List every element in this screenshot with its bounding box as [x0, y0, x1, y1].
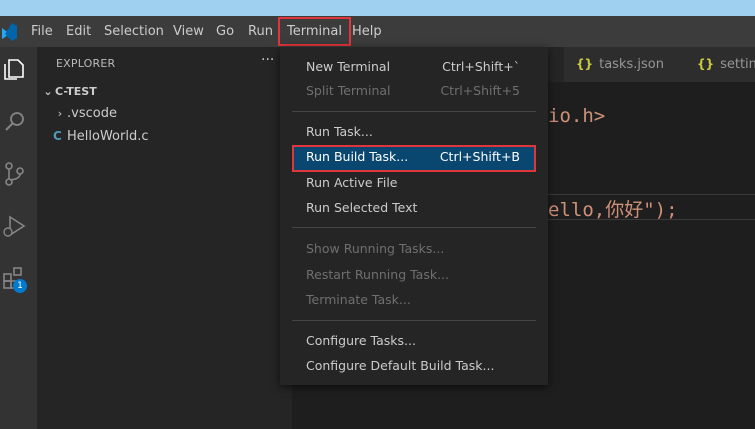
menu-item-label: Run Task... — [306, 124, 373, 139]
folder-label: C-TEST — [55, 85, 97, 98]
tree-item-label: HelloWorld.c — [67, 129, 149, 144]
chevron-right-icon: › — [57, 107, 63, 120]
menu-file[interactable]: File — [31, 16, 53, 47]
menu-item-terminate-task: Terminate Task... — [292, 288, 536, 312]
more-actions-icon[interactable]: ··· — [261, 52, 274, 68]
menu-separator — [292, 320, 536, 321]
menu-help[interactable]: Help — [352, 16, 382, 47]
terminal-menu-dropdown: New Terminal Ctrl+Shift+` Split Terminal… — [280, 47, 548, 385]
screen-top-strip — [0, 0, 755, 16]
menu-item-label: New Terminal — [306, 59, 391, 74]
tab-tasks-json[interactable]: {} tasks.json — [564, 47, 693, 82]
tree-item-label: .vscode — [67, 106, 117, 121]
chevron-down-icon: ⌄ — [43, 85, 53, 98]
menu-view[interactable]: View — [173, 16, 204, 47]
explorer-sidebar: EXPLORER ··· ⌄ C-TEST › .vscode C HelloWorl… — [37, 47, 292, 429]
menu-item-run-task[interactable]: Run Task... — [292, 120, 536, 144]
activity-bar: 1 — [0, 47, 37, 429]
menu-item-restart-running-task: Restart Running Task... — [292, 263, 536, 287]
menu-item-label: Run Selected Text — [306, 200, 418, 215]
tab-settings[interactable]: {} setting — [685, 47, 755, 82]
menu-separator — [292, 111, 536, 112]
json-icon: {} — [697, 57, 715, 71]
menu-separator — [292, 227, 536, 228]
source-control-icon[interactable] — [0, 159, 30, 189]
menu-edit[interactable]: Edit — [66, 16, 91, 47]
vscode-logo-icon — [2, 23, 17, 41]
folder-c-test[interactable]: ⌄ C-TEST — [41, 81, 97, 103]
menu-terminal[interactable]: Terminal — [278, 17, 351, 46]
extensions-badge: 1 — [13, 279, 27, 293]
menu-item-label: Restart Running Task... — [306, 267, 449, 282]
menu-item-label: Configure Tasks... — [306, 333, 416, 348]
tree-item-vscode[interactable]: › .vscode — [53, 103, 117, 125]
menu-item-show-running-tasks: Show Running Tasks... — [292, 237, 536, 261]
tab-label: tasks.json — [599, 57, 664, 72]
menu-item-shortcut: Ctrl+Shift+5 — [440, 83, 520, 98]
menu-item-label: Show Running Tasks... — [306, 241, 445, 256]
menu-item-new-terminal[interactable]: New Terminal Ctrl+Shift+` — [292, 55, 536, 79]
menu-item-shortcut: Ctrl+Shift+B — [439, 149, 520, 164]
explorer-title: EXPLORER — [56, 57, 116, 70]
menu-item-configure-tasks[interactable]: Configure Tasks... — [292, 329, 536, 353]
menu-item-run-active-file[interactable]: Run Active File — [292, 171, 536, 195]
menu-item-run-build-task[interactable]: Run Build Task... Ctrl+Shift+B — [292, 145, 536, 172]
json-icon: {} — [576, 57, 594, 71]
code-line-printf[interactable]: ello,你好"); — [548, 195, 678, 222]
menu-item-split-terminal: Split Terminal Ctrl+Shift+5 — [292, 79, 536, 103]
menu-item-configure-default-build-task[interactable]: Configure Default Build Task... — [292, 354, 536, 378]
menu-selection[interactable]: Selection — [104, 16, 164, 47]
menu-item-label: Split Terminal — [306, 83, 391, 98]
menu-item-shortcut: Ctrl+Shift+` — [442, 59, 520, 74]
menu-item-label: Run Active File — [306, 175, 398, 190]
run-debug-icon[interactable] — [0, 211, 30, 241]
tab-label: setting — [720, 57, 755, 72]
menu-item-run-selected-text[interactable]: Run Selected Text — [292, 196, 536, 220]
code-line-include[interactable]: io.h> — [548, 105, 605, 127]
title-bar: File Edit Selection View Go Run Terminal… — [0, 16, 755, 47]
menu-run[interactable]: Run — [248, 16, 273, 47]
c-file-icon: C — [53, 129, 62, 143]
menu-item-label: Terminate Task... — [306, 292, 411, 307]
menu-go[interactable]: Go — [216, 16, 234, 47]
explorer-icon[interactable] — [0, 55, 30, 85]
tree-item-helloworld[interactable]: C HelloWorld.c — [53, 125, 149, 147]
search-icon[interactable] — [0, 107, 30, 137]
menu-item-label: Configure Default Build Task... — [306, 358, 495, 373]
menu-item-label: Run Build Task... — [306, 149, 409, 164]
